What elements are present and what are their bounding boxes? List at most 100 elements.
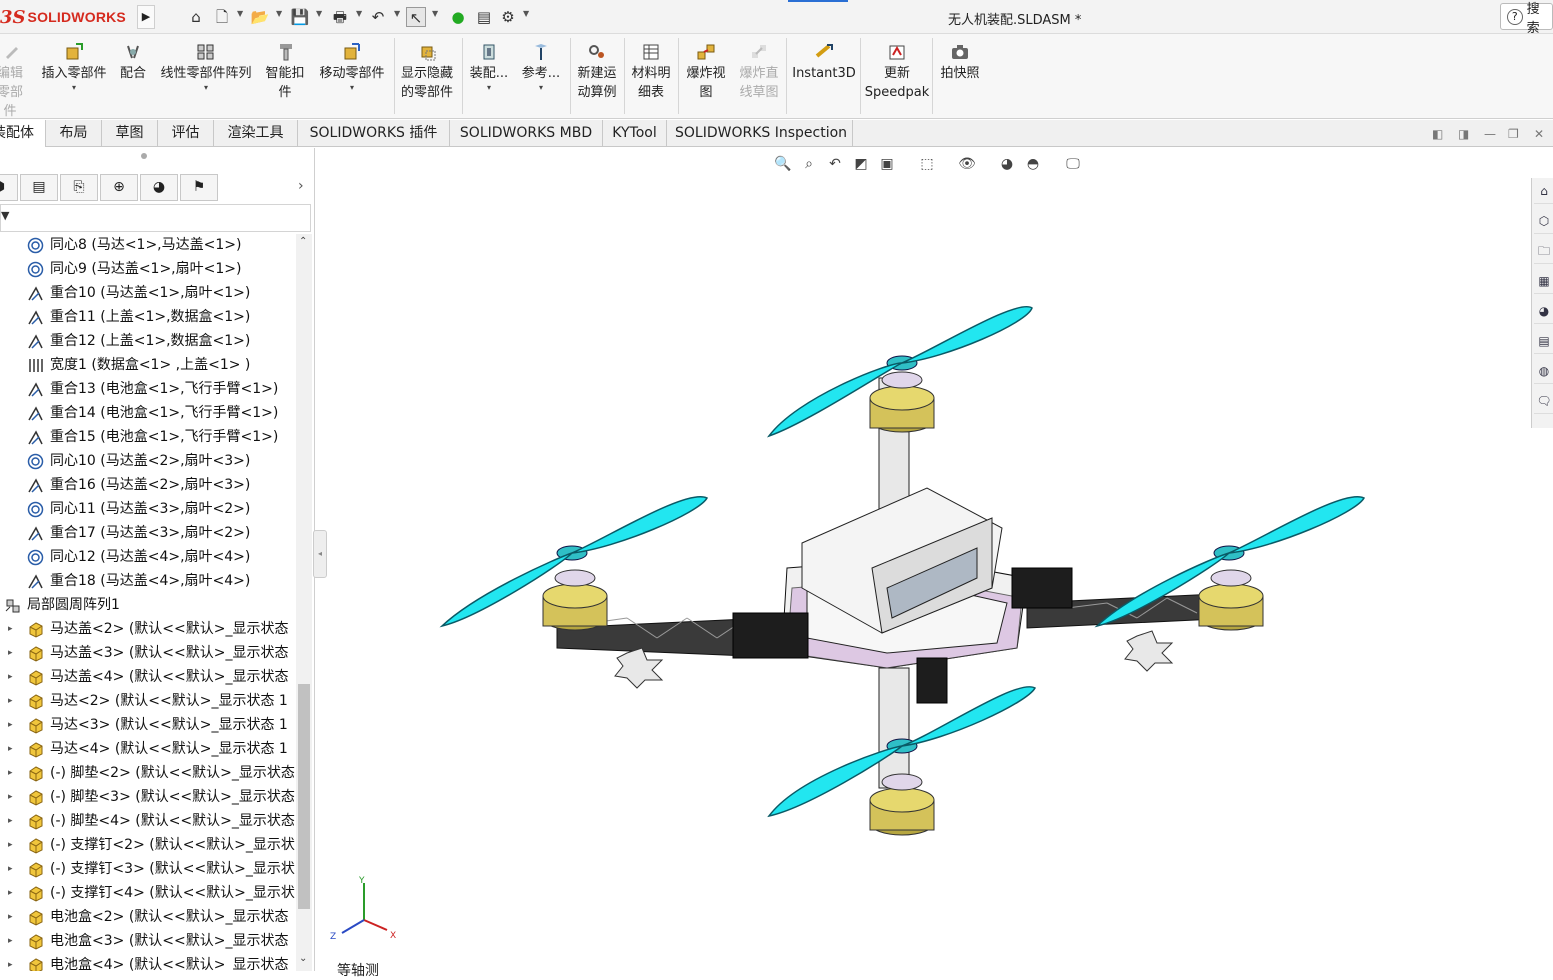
tree-filter-row[interactable]: ▼ bbox=[0, 204, 311, 232]
help-chat-icon[interactable]: 🗨 bbox=[1534, 388, 1553, 414]
ribbon-reference-geometry[interactable]: 参考... ▾ bbox=[516, 42, 566, 93]
ribbon-show-hidden[interactable]: 显示隐藏的零部件 bbox=[398, 42, 458, 102]
expand-arrow-icon[interactable]: ▸ bbox=[8, 905, 13, 929]
tree-item[interactable]: 同心9 (马达盖<1>,扇叶<1>) bbox=[0, 257, 296, 281]
dropdown-arrow-icon[interactable]: ▾ bbox=[154, 83, 258, 93]
file-explorer-icon[interactable]: 🗀 bbox=[1534, 238, 1553, 264]
expand-arrow-icon[interactable]: ▸ bbox=[8, 665, 13, 689]
expand-arrow-icon[interactable]: ▸ bbox=[8, 761, 13, 785]
expand-arrow-icon[interactable]: ▸ bbox=[8, 785, 13, 809]
ribbon-mate[interactable]: 配合 bbox=[116, 42, 150, 83]
ribbon-assembly-features[interactable]: 装配... ▾ bbox=[466, 42, 512, 93]
tree-item[interactable]: 重合17 (马达盖<3>,扇叶<2>) bbox=[0, 521, 296, 545]
tree-item[interactable]: 重合11 (上盖<1>,数据盒<1>) bbox=[0, 305, 296, 329]
menu-expand-arrow-icon[interactable]: ▶ bbox=[137, 5, 155, 29]
ribbon-explode-line-sketch[interactable]: 爆炸直线草图 bbox=[734, 42, 784, 102]
tree-item[interactable]: 同心11 (马达盖<3>,扇叶<2>) bbox=[0, 497, 296, 521]
expand-arrow-icon[interactable]: ▸ bbox=[8, 689, 13, 713]
tree-item[interactable]: ▸ (-) 脚垫<3> (默认<<默认>_显示状态 bbox=[0, 785, 296, 809]
ribbon-instant3d[interactable]: Instant3D bbox=[790, 42, 858, 83]
close-icon[interactable]: ✕ bbox=[1534, 127, 1544, 141]
tree-scrollbar[interactable]: ⌃ ⌄ bbox=[296, 234, 312, 971]
configuration-manager-tab-icon[interactable]: ⎘ bbox=[60, 174, 98, 201]
tree-item[interactable]: 同心10 (马达盖<2>,扇叶<3>) bbox=[0, 449, 296, 473]
filter-icon[interactable]: ▼ bbox=[1, 209, 9, 222]
tree-item[interactable]: ▸ (-) 支撑钉<4> (默认<<默认>_显示状 bbox=[0, 881, 296, 905]
tree-item[interactable]: ▸ 马达盖<2> (默认<<默认>_显示状态 bbox=[0, 617, 296, 641]
tree-item[interactable]: ▸ 马达盖<4> (默认<<默认>_显示状态 bbox=[0, 665, 296, 689]
tab-solidworks-inspection[interactable]: SOLIDWORKS Inspection bbox=[667, 120, 853, 147]
minimize-icon[interactable]: — bbox=[1484, 127, 1496, 141]
tab-kytool[interactable]: KYTool bbox=[603, 120, 667, 147]
scroll-down-icon[interactable]: ⌄ bbox=[299, 953, 307, 964]
home-icon[interactable]: ⌂ bbox=[186, 7, 206, 27]
tree-item[interactable]: ▸ 电池盒<3> (默认<<默认>_显示状态 bbox=[0, 929, 296, 953]
tree-scrollbar-thumb[interactable] bbox=[298, 684, 310, 909]
select-cursor-icon[interactable]: ↖ bbox=[406, 7, 426, 27]
tree-item[interactable]: 宽度1 (数据盒<1> ,上盖<1> ) bbox=[0, 353, 296, 377]
tab-render-tools[interactable]: 渲染工具 bbox=[214, 120, 298, 147]
tree-item[interactable]: ▸ 电池盒<2> (默认<<默认>_显示状态 bbox=[0, 905, 296, 929]
tree-item[interactable]: 重合15 (电池盒<1>,飞行手臂<1>) bbox=[0, 425, 296, 449]
tree-item[interactable]: 重合12 (上盖<1>,数据盒<1>) bbox=[0, 329, 296, 353]
tree-item[interactable]: 重合16 (马达盖<2>,扇叶<3>) bbox=[0, 473, 296, 497]
new-document-icon[interactable]: 🗋 bbox=[212, 7, 232, 27]
ribbon-edit-component[interactable]: 编辑零部件 bbox=[0, 42, 32, 121]
tree-item[interactable]: ▸ 马达盖<3> (默认<<默认>_显示状态 bbox=[0, 641, 296, 665]
appearances-icon[interactable]: ◕ bbox=[1534, 298, 1553, 324]
tree-item[interactable]: ▸ 马达<3> (默认<<默认>_显示状态 1 bbox=[0, 713, 296, 737]
property-manager-tab-icon[interactable]: ▤ bbox=[20, 174, 58, 201]
expand-arrow-icon[interactable]: ▸ bbox=[8, 929, 13, 953]
rebuild-traffic-light-icon[interactable]: ● bbox=[448, 7, 468, 27]
tree-item[interactable]: 重合13 (电池盒<1>,飞行手臂<1>) bbox=[0, 377, 296, 401]
cam-tab-icon[interactable]: ⚑ bbox=[180, 174, 218, 201]
ribbon-move-component[interactable]: 移动零部件 ▾ bbox=[314, 42, 390, 93]
new-dropdown-icon[interactable]: ▼ bbox=[237, 9, 243, 18]
solidworks-forum-icon[interactable]: ◍ bbox=[1534, 358, 1553, 384]
tile-right-icon[interactable]: ◨ bbox=[1458, 127, 1469, 141]
custom-properties-icon[interactable]: ▤ bbox=[1534, 328, 1553, 354]
expand-arrow-icon[interactable]: ▸ bbox=[8, 617, 13, 641]
tree-item[interactable]: ▸ (-) 支撑钉<2> (默认<<默认>_显示状 bbox=[0, 833, 296, 857]
expand-arrow-icon[interactable]: ▸ bbox=[8, 737, 13, 761]
ribbon-insert-component[interactable]: 插入零部件 ▾ bbox=[38, 42, 110, 93]
ribbon-update-speedpak[interactable]: 更新Speedpak bbox=[864, 42, 930, 102]
tab-assembly[interactable]: 装配体 bbox=[0, 120, 46, 147]
file-properties-icon[interactable]: ▤ bbox=[474, 7, 494, 27]
open-icon[interactable]: 📂 bbox=[250, 7, 270, 27]
tab-evaluate[interactable]: 评估 bbox=[158, 120, 214, 147]
restore-icon[interactable]: ❐ bbox=[1508, 127, 1519, 141]
display-manager-tab-icon[interactable]: ◕ bbox=[140, 174, 178, 201]
ribbon-snapshot[interactable]: 拍快照 bbox=[936, 42, 984, 83]
dimxpert-tab-icon[interactable]: ⊕ bbox=[100, 174, 138, 201]
options-gear-icon[interactable]: ⚙ bbox=[498, 7, 518, 27]
ribbon-bom[interactable]: 材料明细表 bbox=[628, 42, 674, 102]
feature-tree-tab-icon[interactable]: ⬢ bbox=[0, 174, 18, 201]
tree-item[interactable]: ▸ (-) 支撑钉<3> (默认<<默认>_显示状 bbox=[0, 857, 296, 881]
tree-item[interactable]: 同心8 (马达<1>,马达盖<1>) bbox=[0, 234, 296, 257]
tree-item[interactable]: 重合10 (马达盖<1>,扇叶<1>) bbox=[0, 281, 296, 305]
tree-item[interactable]: ▸ (-) 脚垫<2> (默认<<默认>_显示状态 bbox=[0, 761, 296, 785]
design-library-icon[interactable]: ⬡ bbox=[1534, 208, 1553, 234]
tree-item[interactable]: 同心12 (马达盖<4>,扇叶<4>) bbox=[0, 545, 296, 569]
tree-item[interactable]: ▸ 马达<4> (默认<<默认>_显示状态 1 bbox=[0, 737, 296, 761]
undo-dropdown-icon[interactable]: ▼ bbox=[394, 9, 400, 18]
dropdown-arrow-icon[interactable]: ▾ bbox=[516, 83, 566, 93]
print-icon[interactable]: 🖶 bbox=[330, 7, 350, 27]
save-dropdown-icon[interactable]: ▼ bbox=[316, 9, 322, 18]
dropdown-arrow-icon[interactable]: ▾ bbox=[38, 83, 110, 93]
panel-drag-dot[interactable] bbox=[141, 153, 147, 159]
panel-collapse-handle[interactable]: ◂ bbox=[313, 530, 327, 578]
scroll-up-icon[interactable]: ⌃ bbox=[299, 236, 307, 247]
tab-solidworks-mbd[interactable]: SOLIDWORKS MBD bbox=[450, 120, 603, 147]
tree-item[interactable]: 重合14 (电池盒<1>,飞行手臂<1>) bbox=[0, 401, 296, 425]
tabs-scroll-right-icon[interactable]: › bbox=[298, 178, 304, 194]
ribbon-smart-fastener[interactable]: 智能扣件 bbox=[262, 42, 310, 102]
tree-item[interactable]: ▸ (-) 脚垫<4> (默认<<默认>_显示状态 bbox=[0, 809, 296, 833]
tree-item[interactable]: ▸ 马达<2> (默认<<默认>_显示状态 1 bbox=[0, 689, 296, 713]
expand-arrow-icon[interactable]: ▸ bbox=[8, 809, 13, 833]
print-dropdown-icon[interactable]: ▼ bbox=[356, 9, 362, 18]
tab-solidworks-addins[interactable]: SOLIDWORKS 插件 bbox=[298, 120, 450, 147]
expand-arrow-icon[interactable]: ▸ bbox=[8, 713, 13, 737]
save-icon[interactable]: 💾 bbox=[290, 7, 310, 27]
